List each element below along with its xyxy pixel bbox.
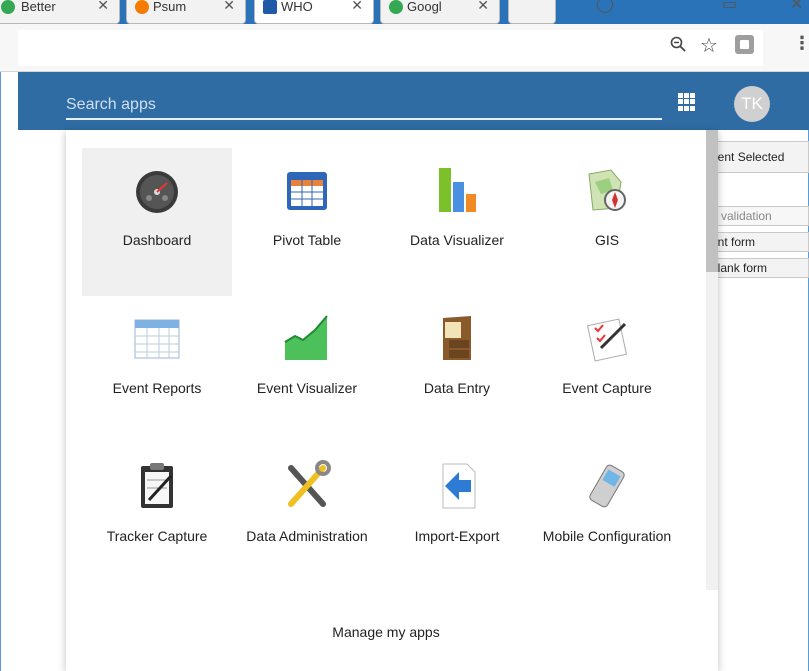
browser-tab-better[interactable]: Better ✕ xyxy=(0,0,120,24)
selected-button-label: nent Selected xyxy=(711,150,785,164)
validation-button[interactable]: n validation xyxy=(706,206,809,226)
scrollbar-thumb[interactable] xyxy=(706,130,718,272)
browser-tab-psum[interactable]: Psum ✕ xyxy=(126,0,246,24)
tab-close-icon[interactable]: ✕ xyxy=(97,0,109,12)
app-label: Tracker Capture xyxy=(106,528,208,544)
app-label: GIS xyxy=(594,232,620,248)
tab-close-icon[interactable]: ✕ xyxy=(351,0,363,12)
area-chart-icon xyxy=(284,315,328,360)
tab-title: WHO xyxy=(281,0,313,14)
print-form-button[interactable]: rint form xyxy=(706,232,809,252)
search-apps-input[interactable] xyxy=(66,92,662,120)
filing-cabinet-icon xyxy=(443,316,471,360)
new-tab-button[interactable] xyxy=(508,0,556,24)
app-event-capture[interactable]: Event Capture xyxy=(532,296,682,444)
tab-title: Psum xyxy=(153,0,187,14)
manage-my-apps-link[interactable]: Manage my apps xyxy=(66,624,706,640)
app-data-entry[interactable]: Data Entry xyxy=(382,296,532,444)
app-tracker-capture[interactable]: Tracker Capture xyxy=(82,444,232,592)
minimize-icon[interactable]: ▭ xyxy=(722,0,737,14)
tab-close-icon[interactable]: ✕ xyxy=(477,0,489,12)
app-event-visualizer[interactable]: Event Visualizer xyxy=(232,296,382,444)
url-field[interactable] xyxy=(18,30,763,66)
tab-title: Googl xyxy=(407,0,442,14)
tab-favicon-icon xyxy=(389,0,403,14)
selected-button[interactable]: nent Selected xyxy=(706,141,809,173)
apps-grid-icon[interactable] xyxy=(678,93,696,111)
browser-tab-google[interactable]: Googl ✕ xyxy=(380,0,500,24)
app-label: Data Administration xyxy=(246,528,368,544)
app-label: Data Visualizer xyxy=(410,232,504,248)
address-bar: ☆ ⋮ xyxy=(0,24,809,72)
mobile-phone-icon xyxy=(589,464,625,508)
pivot-table-icon xyxy=(287,172,327,210)
app-mobile-configuration[interactable]: Mobile Configuration xyxy=(532,444,682,592)
browser-tab-strip: Better ✕ Psum ✕ WHO ✕ Googl ✕ ◯ ▭ ✕ xyxy=(0,0,809,24)
print-blank-form-button-label: blank form xyxy=(711,261,768,275)
extension-icon[interactable] xyxy=(735,35,754,54)
tab-close-icon[interactable]: ✕ xyxy=(223,0,235,12)
clipboard-icon xyxy=(141,463,173,508)
app-dashboard[interactable]: Dashboard xyxy=(82,148,232,296)
user-avatar[interactable]: TK xyxy=(734,86,770,122)
import-export-icon xyxy=(442,463,476,509)
app-label: Event Reports xyxy=(112,380,202,396)
app-data-visualizer[interactable]: Data Visualizer xyxy=(382,148,532,296)
menu-scrollbar[interactable] xyxy=(706,130,718,590)
app-import-export[interactable]: Import-Export xyxy=(382,444,532,592)
profile-icon[interactable]: ◯ xyxy=(596,0,614,14)
browser-menu-icon[interactable]: ⋮ xyxy=(793,33,809,54)
app-pivot-table[interactable]: Pivot Table xyxy=(232,148,382,296)
dashboard-gauge-icon xyxy=(136,171,178,213)
zoom-icon[interactable] xyxy=(670,36,686,52)
avatar-initials: TK xyxy=(741,94,763,113)
browser-tab-who[interactable]: WHO ✕ xyxy=(254,0,374,24)
app-event-reports[interactable]: Event Reports xyxy=(82,296,232,444)
app-label: Import-Export xyxy=(414,528,500,544)
spreadsheet-icon xyxy=(134,319,180,359)
tab-title: Better xyxy=(21,0,56,14)
validation-button-label: n validation xyxy=(711,209,772,223)
app-label: Event Visualizer xyxy=(256,380,358,396)
tools-icon xyxy=(288,460,331,507)
bar-chart-icon xyxy=(439,168,476,212)
app-gis[interactable]: GIS xyxy=(532,148,682,296)
bookmark-star-icon[interactable]: ☆ xyxy=(700,33,718,58)
app-label: Dashboard xyxy=(122,232,192,248)
app-label: Event Capture xyxy=(562,380,652,396)
print-blank-form-button[interactable]: blank form xyxy=(706,258,809,278)
app-label: Mobile Configuration xyxy=(542,528,672,544)
tab-favicon-icon xyxy=(135,0,149,14)
map-compass-icon xyxy=(588,169,626,211)
app-data-administration[interactable]: Data Administration xyxy=(232,444,382,592)
app-label: Pivot Table xyxy=(272,232,342,248)
app-label: Data Entry xyxy=(423,380,491,396)
checklist-pen-icon xyxy=(587,318,627,362)
close-window-icon[interactable]: ✕ xyxy=(790,0,803,14)
tab-favicon-icon xyxy=(1,0,15,14)
tab-favicon-icon xyxy=(263,0,277,14)
